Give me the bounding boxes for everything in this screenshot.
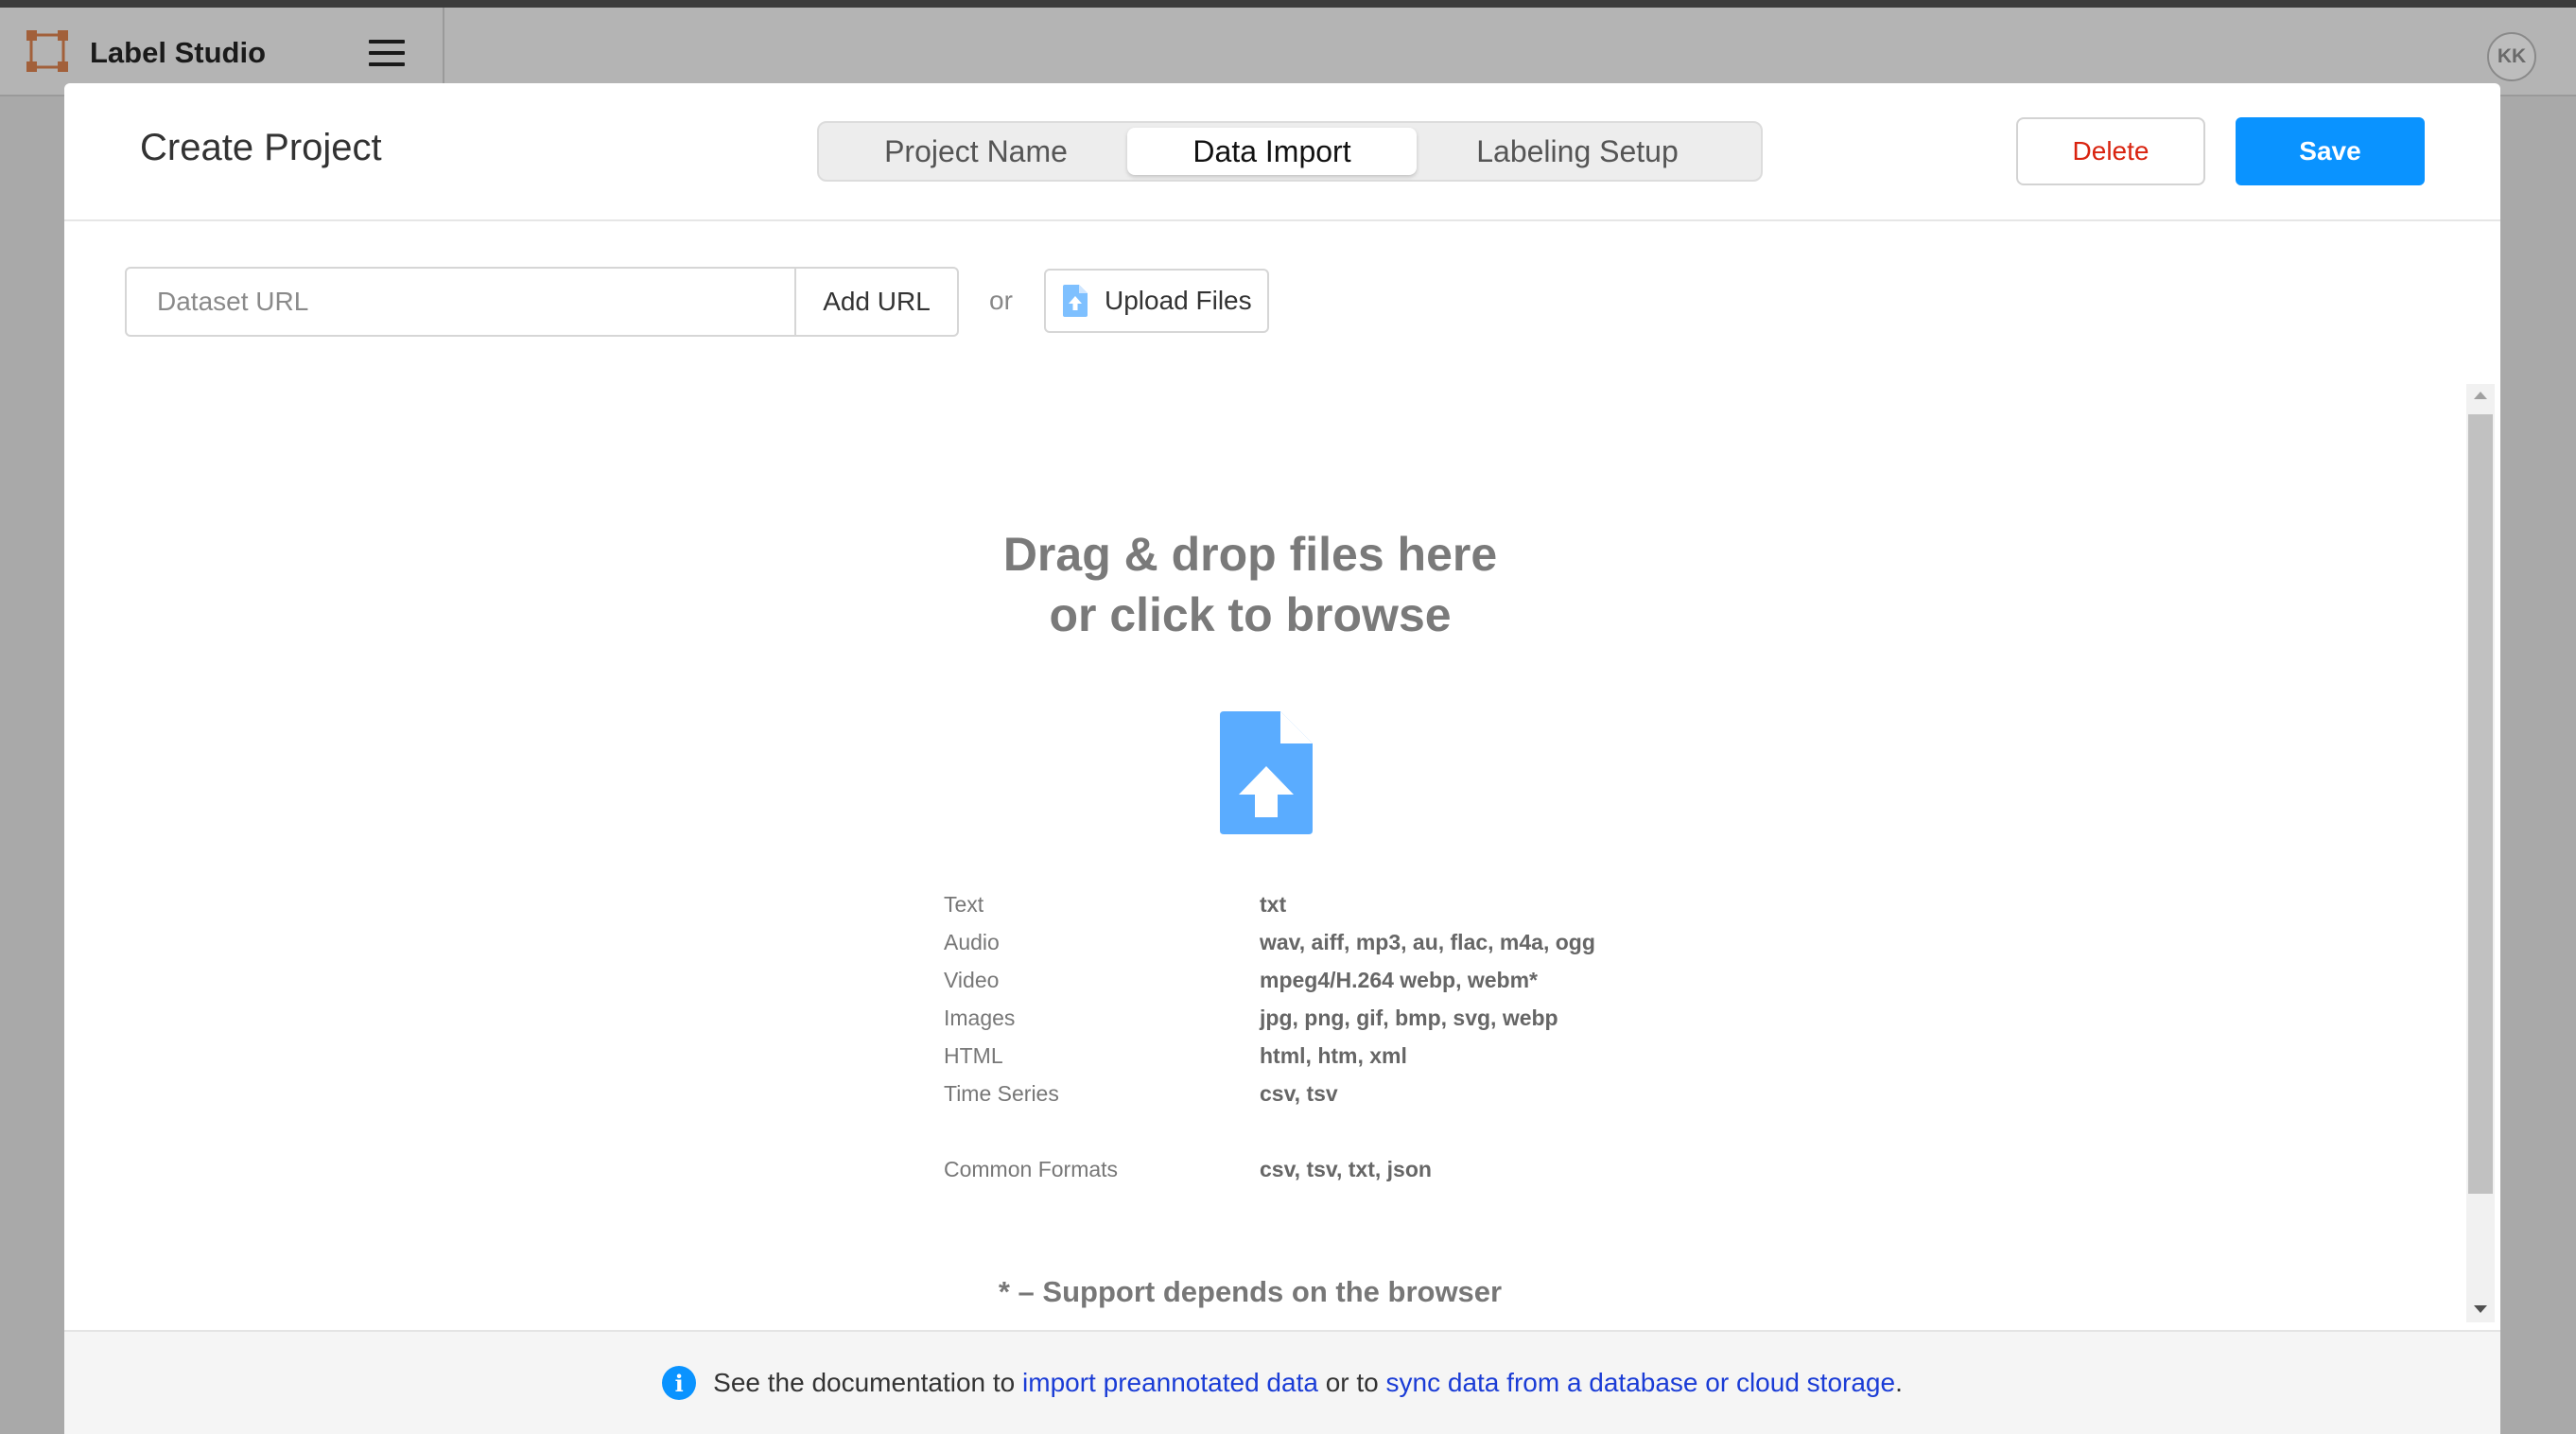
modal-title: Create Project xyxy=(140,127,382,168)
format-label: Video xyxy=(944,967,1000,992)
common-formats-label: Common Formats xyxy=(944,1156,1119,1181)
format-value: mpeg4/H.264 webp, webm* xyxy=(1260,967,1538,992)
format-value: jpg, png, gif, bmp, svg, webp xyxy=(1260,1005,1558,1030)
app-title: Label Studio xyxy=(90,36,266,69)
supported-formats-table: Text txt Audio wav, aiff, mp3, au, flac,… xyxy=(944,885,1662,1188)
dropzone-scrollbar[interactable] xyxy=(2466,384,2495,1322)
format-spacer xyxy=(944,1112,1662,1150)
file-drop-zone[interactable]: Drag & drop files here or click to brows… xyxy=(64,384,2436,1330)
format-label: Audio xyxy=(944,929,1000,954)
wizard-tabs: Project Name Data Import Labeling Setup xyxy=(817,121,1763,182)
format-row: Audio wav, aiff, mp3, au, flac, m4a, ogg xyxy=(944,923,1662,961)
upload-files-button[interactable]: Upload Files xyxy=(1044,269,1269,333)
tab-labeling-setup[interactable]: Labeling Setup xyxy=(1417,128,1738,175)
file-upload-icon xyxy=(1220,711,1313,834)
modal-footer: i See the documentation to import preann… xyxy=(64,1330,2500,1434)
common-formats-row: Common Formats csv, tsv, txt, json xyxy=(944,1150,1662,1188)
format-value: wav, aiff, mp3, au, flac, m4a, ogg xyxy=(1260,929,1595,954)
scrollbar-thumb[interactable] xyxy=(2468,414,2493,1194)
drop-title-line2: or click to browse xyxy=(1049,588,1452,641)
drop-title-line1: Drag & drop files here xyxy=(1002,528,1498,581)
modal-header: Create Project Project Name Data Import … xyxy=(64,83,2500,221)
format-label: Images xyxy=(944,1005,1016,1030)
or-separator: or xyxy=(989,286,1013,315)
delete-button[interactable]: Delete xyxy=(2016,117,2205,185)
info-icon: i xyxy=(662,1366,697,1400)
create-project-modal: Create Project Project Name Data Import … xyxy=(64,83,2500,1434)
footer-prefix: See the documentation to xyxy=(713,1368,1023,1397)
format-label: HTML xyxy=(944,1042,1003,1068)
format-row: Images jpg, png, gif, bmp, svg, webp xyxy=(944,999,1662,1037)
label-studio-logo-icon xyxy=(26,30,68,72)
format-row: Time Series csv, tsv xyxy=(944,1075,1662,1112)
tab-project-name[interactable]: Project Name xyxy=(825,128,1127,175)
dataset-url-group: Add URL xyxy=(125,267,959,337)
sync-storage-link[interactable]: sync data from a database or cloud stora… xyxy=(1386,1368,1896,1398)
add-url-button[interactable]: Add URL xyxy=(794,269,957,335)
format-value: txt xyxy=(1260,891,1287,917)
dataset-url-input[interactable] xyxy=(127,269,794,335)
common-formats-value: csv, tsv, txt, json xyxy=(1260,1156,1432,1181)
browser-support-note: * – Support depends on the browser xyxy=(998,1275,1503,1308)
window-top-border xyxy=(0,0,2576,8)
footer-suffix: . xyxy=(1895,1368,1903,1397)
hamburger-menu-icon[interactable] xyxy=(369,40,405,66)
format-label: Text xyxy=(944,891,984,917)
format-row: HTML html, htm, xml xyxy=(944,1037,1662,1075)
format-value: html, htm, xml xyxy=(1260,1042,1407,1068)
tab-data-import[interactable]: Data Import xyxy=(1127,128,1417,175)
import-preannotated-link[interactable]: import preannotated data xyxy=(1022,1368,1318,1398)
format-row: Video mpeg4/H.264 webp, webm* xyxy=(944,961,1662,999)
scroll-up-arrow-icon[interactable] xyxy=(2474,392,2487,399)
format-value: csv, tsv xyxy=(1260,1080,1338,1106)
user-avatar[interactable]: KK xyxy=(2487,32,2536,81)
format-row: Text txt xyxy=(944,885,1662,923)
upload-files-label: Upload Files xyxy=(1105,286,1252,315)
file-upload-icon xyxy=(1063,285,1088,317)
save-button[interactable]: Save xyxy=(2236,117,2425,185)
scroll-down-arrow-icon[interactable] xyxy=(2474,1305,2487,1313)
footer-middle: or to xyxy=(1317,1368,1386,1397)
format-label: Time Series xyxy=(944,1080,1059,1106)
